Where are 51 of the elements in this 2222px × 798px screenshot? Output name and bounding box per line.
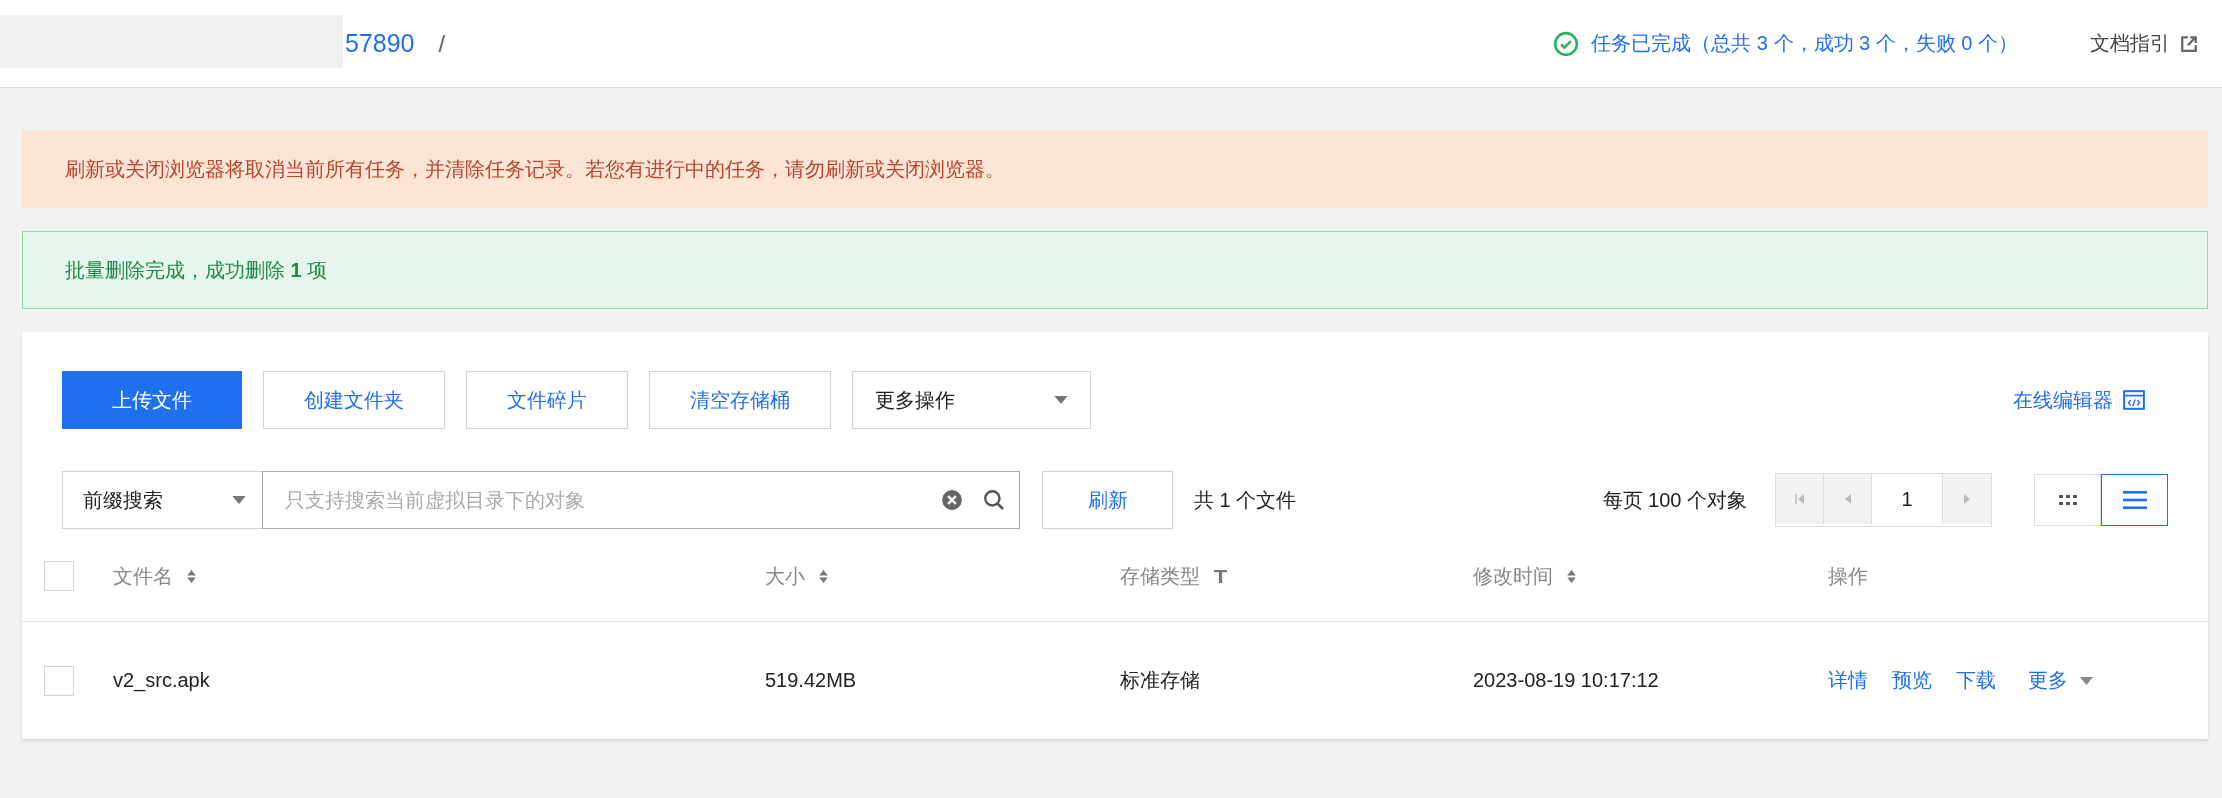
sort-icon[interactable] <box>819 569 828 583</box>
search-mode-select[interactable]: 前缀搜索 <box>62 471 262 529</box>
column-header: 修改时间 <box>1473 563 1553 589</box>
caret-icon <box>2080 676 2093 685</box>
alert-message: 刷新或关闭浏览器将取消当前所有任务，并清除任务记录。若您有进行中的任务，请勿刷新或关闭浏览器。 <box>65 156 1005 182</box>
toolbar-button[interactable]: 创建文件夹 <box>263 371 445 429</box>
list-view-button[interactable] <box>2101 474 2168 526</box>
triangle-left-icon <box>1843 493 1852 505</box>
storage-class: 标准存储 <box>1120 668 1200 693</box>
action-link[interactable]: 下载 <box>1956 667 1996 694</box>
caret-icon <box>1054 396 1068 404</box>
row-checkbox[interactable] <box>44 665 74 696</box>
breadcrumb-separator: / <box>438 29 446 58</box>
toolbar-button[interactable]: 文件碎片 <box>466 371 628 429</box>
more-actions-menu[interactable]: 更多 <box>2028 667 2093 694</box>
more-actions-dropdown[interactable]: 更多操作 <box>852 371 1091 429</box>
column-header: 操作 <box>1828 563 1868 589</box>
list-icon <box>2122 491 2147 509</box>
sort-icon[interactable] <box>1567 569 1576 583</box>
grid-view-button[interactable] <box>2034 474 2101 526</box>
page-size-label: 每页 100 个对象 <box>1602 487 1747 513</box>
toolbar-button[interactable]: 上传文件 <box>62 371 242 429</box>
external-link-icon <box>2180 34 2198 53</box>
action-link[interactable]: 预览 <box>1892 667 1932 694</box>
alert-message: 批量删除完成，成功删除 1 项 <box>65 257 328 283</box>
caret-icon <box>232 496 246 504</box>
task-status-link[interactable]: 任务已完成（总共 3 个，成功 3 个，失败 0 个） <box>1591 30 2018 57</box>
code-window-icon <box>2123 390 2145 410</box>
column-header: 文件名 <box>113 563 173 589</box>
select-all-checkbox[interactable] <box>44 561 74 591</box>
file-count: 共 1 个文件 <box>1194 487 1297 513</box>
column-header: 大小 <box>765 563 805 589</box>
action-link[interactable]: 详情 <box>1828 667 1868 694</box>
search-input[interactable]: 只支持搜索当前虚拟目录下的对象 <box>283 487 921 513</box>
modified-time: 2023-08-19 10:17:12 <box>1473 669 1659 692</box>
sort-icon[interactable] <box>187 569 196 583</box>
grid-icon <box>2058 495 2077 505</box>
triangle-right-icon <box>1963 493 1971 505</box>
bucket-link[interactable]: 57890 <box>345 29 415 58</box>
toolbar-button[interactable]: 清空存储桶 <box>649 371 831 429</box>
search-icon[interactable] <box>983 489 1005 511</box>
clear-icon[interactable] <box>941 489 963 511</box>
filter-icon[interactable] <box>1214 569 1227 583</box>
online-editor-link[interactable]: 在线编辑器 <box>2013 386 2113 414</box>
column-header: 存储类型 <box>1120 563 1200 589</box>
file-size: 519.42MB <box>765 669 857 692</box>
search-field[interactable]: 只支持搜索当前虚拟目录下的对象 <box>262 471 1020 529</box>
doc-guide-link[interactable]: 文档指引 <box>2090 30 2170 57</box>
file-name: v2_src.apk <box>113 669 210 692</box>
refresh-button[interactable]: 刷新 <box>1042 471 1173 529</box>
first-page-icon <box>1794 493 1805 505</box>
